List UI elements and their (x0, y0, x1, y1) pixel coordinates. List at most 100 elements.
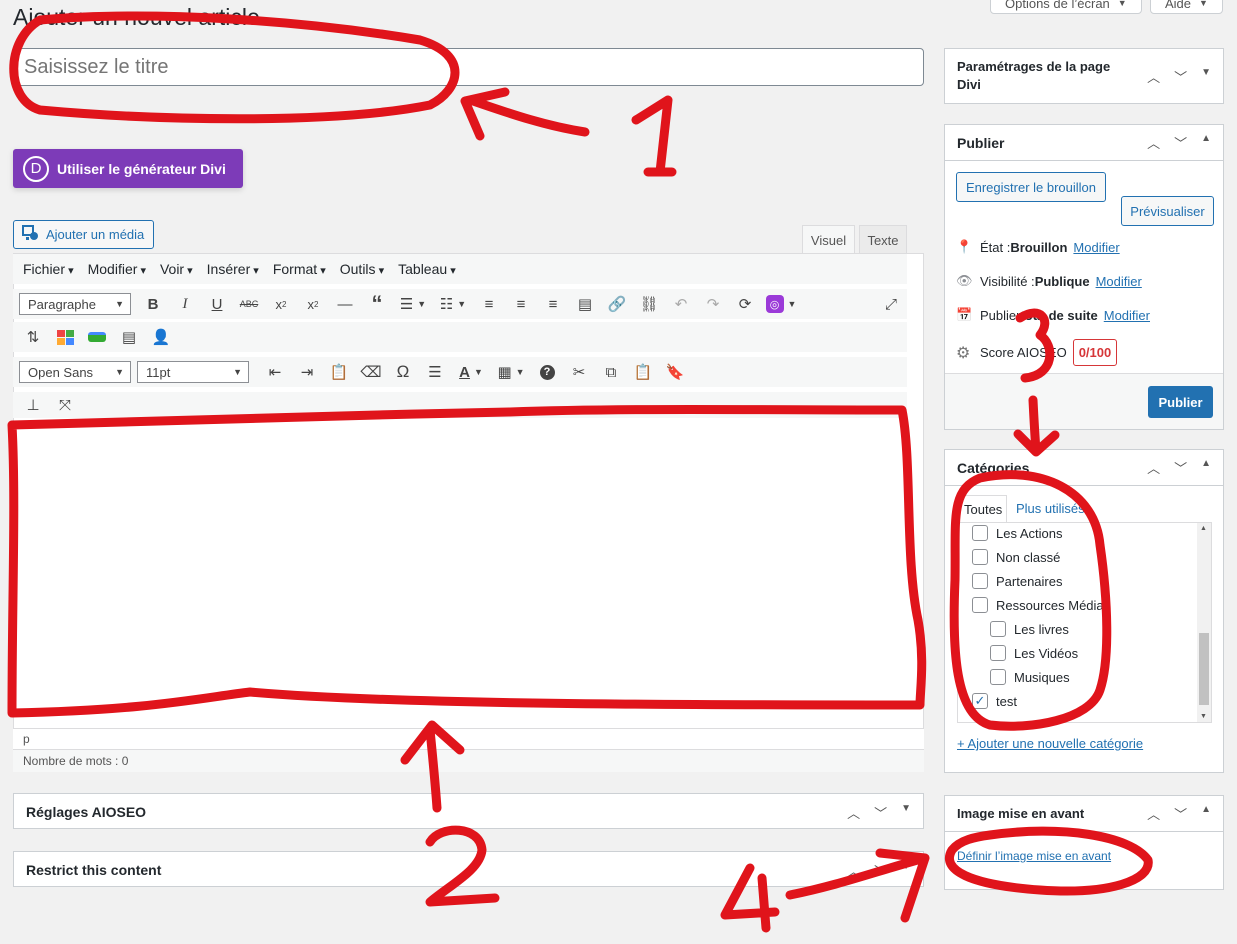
paragraph-select[interactable]: Paragraphe ▼ (19, 293, 131, 315)
restrict-content-header[interactable]: Restrict this content ︿ ﹀ ▼ (14, 852, 923, 888)
categories-header[interactable]: Catégories ︿ ﹀ ▲ (945, 450, 1223, 486)
preview-button[interactable]: Prévisualiser (1121, 196, 1214, 226)
divi-page-settings-header[interactable]: Paramétrages de la page Divi ︿ ﹀ ▼ (945, 49, 1223, 103)
read-more-icon[interactable]: ☰ (419, 357, 451, 387)
chevron-up-icon[interactable]: ︿ (1147, 133, 1160, 152)
bullet-list-icon[interactable]: ☰ ▼ (393, 289, 433, 319)
category-checkbox[interactable] (972, 525, 988, 541)
category-item[interactable]: Les Actions (972, 523, 1192, 545)
category-checkbox-checked[interactable]: ✓ (972, 693, 988, 709)
underline-icon[interactable]: U (201, 289, 233, 319)
add-media-button[interactable]: Ajouter un média (13, 220, 154, 249)
menu-edit[interactable]: Modifier (88, 261, 146, 277)
caret-up-icon[interactable]: ▲ (1201, 804, 1211, 823)
strikethrough-icon[interactable]: ABC (233, 289, 265, 319)
category-scrollbar[interactable]: ▲ ▼ (1197, 523, 1211, 722)
add-category-link[interactable]: + Ajouter une nouvelle catégorie (957, 736, 1143, 751)
paste-icon[interactable]: 📋 (627, 357, 659, 387)
horizontal-line-icon[interactable]: — (329, 289, 361, 319)
layout-grid-icon[interactable] (49, 322, 81, 352)
aioseo-settings-header[interactable]: Réglages AIOSEO ︿ ﹀ ▼ (14, 794, 923, 830)
caret-down-icon[interactable]: ▼ (901, 803, 911, 822)
caret-up-icon[interactable]: ▲ (1201, 133, 1211, 152)
visibility-modify-link[interactable]: Modifier (1096, 274, 1142, 289)
screen-options-button[interactable]: Options de l’écran ▼ (990, 0, 1142, 14)
chevron-down-icon[interactable]: ﹀ (1174, 67, 1187, 86)
cut-icon[interactable]: ✂ (563, 357, 595, 387)
divi-shortcode-icon[interactable]: ◎ ▼ (761, 289, 801, 319)
indent-icon[interactable]: ⇥ (291, 357, 323, 387)
subscript-icon[interactable]: x2 (265, 289, 297, 319)
caret-up-icon[interactable]: ▲ (1201, 458, 1211, 477)
save-draft-button[interactable]: Enregistrer le brouillon (956, 172, 1106, 202)
category-item[interactable]: ✓ test (972, 689, 1192, 713)
title-input[interactable] (13, 48, 924, 86)
expand-icon[interactable]: ⤧ (49, 390, 81, 420)
menu-file[interactable]: Fichier (23, 261, 74, 277)
chevron-up-icon[interactable]: ︿ (847, 803, 860, 822)
category-checkbox[interactable] (972, 549, 988, 565)
category-checkbox[interactable] (990, 621, 1006, 637)
category-item[interactable]: Les livres (972, 617, 1192, 641)
category-item[interactable]: Ressources Média (972, 593, 1192, 617)
bold-icon[interactable]: B (137, 289, 169, 319)
outdent-icon[interactable]: ⇤ (259, 357, 291, 387)
set-featured-image-link[interactable]: Définir l’image mise en avant (957, 849, 1111, 863)
superscript-icon[interactable]: x2 (297, 289, 329, 319)
divi-builder-button[interactable]: D Utiliser le générateur Divi (13, 149, 243, 188)
caret-down-icon[interactable]: ▼ (901, 861, 911, 880)
undo-icon[interactable]: ↶ (665, 289, 697, 319)
chevron-up-icon[interactable]: ︿ (1147, 804, 1160, 823)
user-shortcode-icon[interactable]: 👤 (145, 322, 177, 352)
category-item[interactable]: Partenaires (972, 569, 1192, 593)
category-item[interactable]: Les Vidéos (972, 641, 1192, 665)
button-shortcode-icon[interactable] (81, 322, 113, 352)
text-color-icon[interactable]: A ▼ (451, 357, 491, 387)
chevron-down-icon[interactable]: ﹀ (1174, 133, 1187, 152)
chevron-up-icon[interactable]: ︿ (1147, 458, 1160, 477)
table-icon[interactable]: ▦ ▼ (491, 357, 531, 387)
copy-icon[interactable]: ⧉ (595, 357, 627, 387)
bookmark-icon[interactable]: 🔖 (659, 357, 691, 387)
category-item[interactable]: Musiques (972, 665, 1192, 689)
tab-text[interactable]: Texte (859, 225, 907, 254)
chevron-down-icon[interactable]: ﹀ (874, 861, 887, 880)
category-checkbox[interactable] (972, 573, 988, 589)
publish-header[interactable]: Publier ︿ ﹀ ▲ (945, 125, 1223, 161)
publish-button[interactable]: Publier (1148, 386, 1213, 418)
page-break-icon[interactable]: ⇅ (17, 322, 49, 352)
insert-row-icon[interactable]: ⊥ (17, 390, 49, 420)
align-right-icon[interactable]: ≡ (537, 289, 569, 319)
special-character-icon[interactable]: Ω (387, 357, 419, 387)
help-button[interactable]: Aide ▼ (1150, 0, 1223, 14)
tab-popular-categories[interactable]: Plus utilisés (1016, 501, 1085, 516)
category-checkbox[interactable] (972, 597, 988, 613)
menu-tools[interactable]: Outils (340, 261, 384, 277)
fullscreen-icon[interactable]: ⤢ (875, 289, 907, 319)
status-modify-link[interactable]: Modifier (1073, 240, 1119, 255)
schedule-modify-link[interactable]: Modifier (1104, 308, 1150, 323)
category-item[interactable]: Non classé (972, 545, 1192, 569)
tabs-icon[interactable]: ▤ (113, 322, 145, 352)
menu-table[interactable]: Tableau (398, 261, 456, 277)
link-icon[interactable]: 🔗 (601, 289, 633, 319)
justify-icon[interactable]: ▤ (569, 289, 601, 319)
menu-format[interactable]: Format (273, 261, 326, 277)
italic-icon[interactable]: I (169, 289, 201, 319)
chevron-up-icon[interactable]: ︿ (1147, 67, 1160, 86)
menu-insert[interactable]: Insérer (207, 261, 259, 277)
clear-formatting-icon[interactable]: ⌫ (355, 357, 387, 387)
refresh-icon[interactable]: ⟳ (729, 289, 761, 319)
category-checkbox[interactable] (990, 645, 1006, 661)
numbered-list-icon[interactable]: ☷ ▼ (433, 289, 473, 319)
chevron-down-icon[interactable]: ﹀ (1174, 458, 1187, 477)
featured-image-header[interactable]: Image mise en avant ︿ ﹀ ▲ (945, 796, 1223, 832)
align-left-icon[interactable]: ≡ (473, 289, 505, 319)
paste-text-icon[interactable]: 📋 (323, 357, 355, 387)
score-badge[interactable]: 0/100 (1072, 339, 1118, 366)
blockquote-icon[interactable]: “ (361, 289, 393, 319)
help-icon[interactable]: ? (531, 357, 563, 387)
font-size-select[interactable]: 11pt ▼ (137, 361, 249, 383)
redo-icon[interactable]: ↷ (697, 289, 729, 319)
chevron-up-icon[interactable]: ︿ (847, 861, 860, 880)
